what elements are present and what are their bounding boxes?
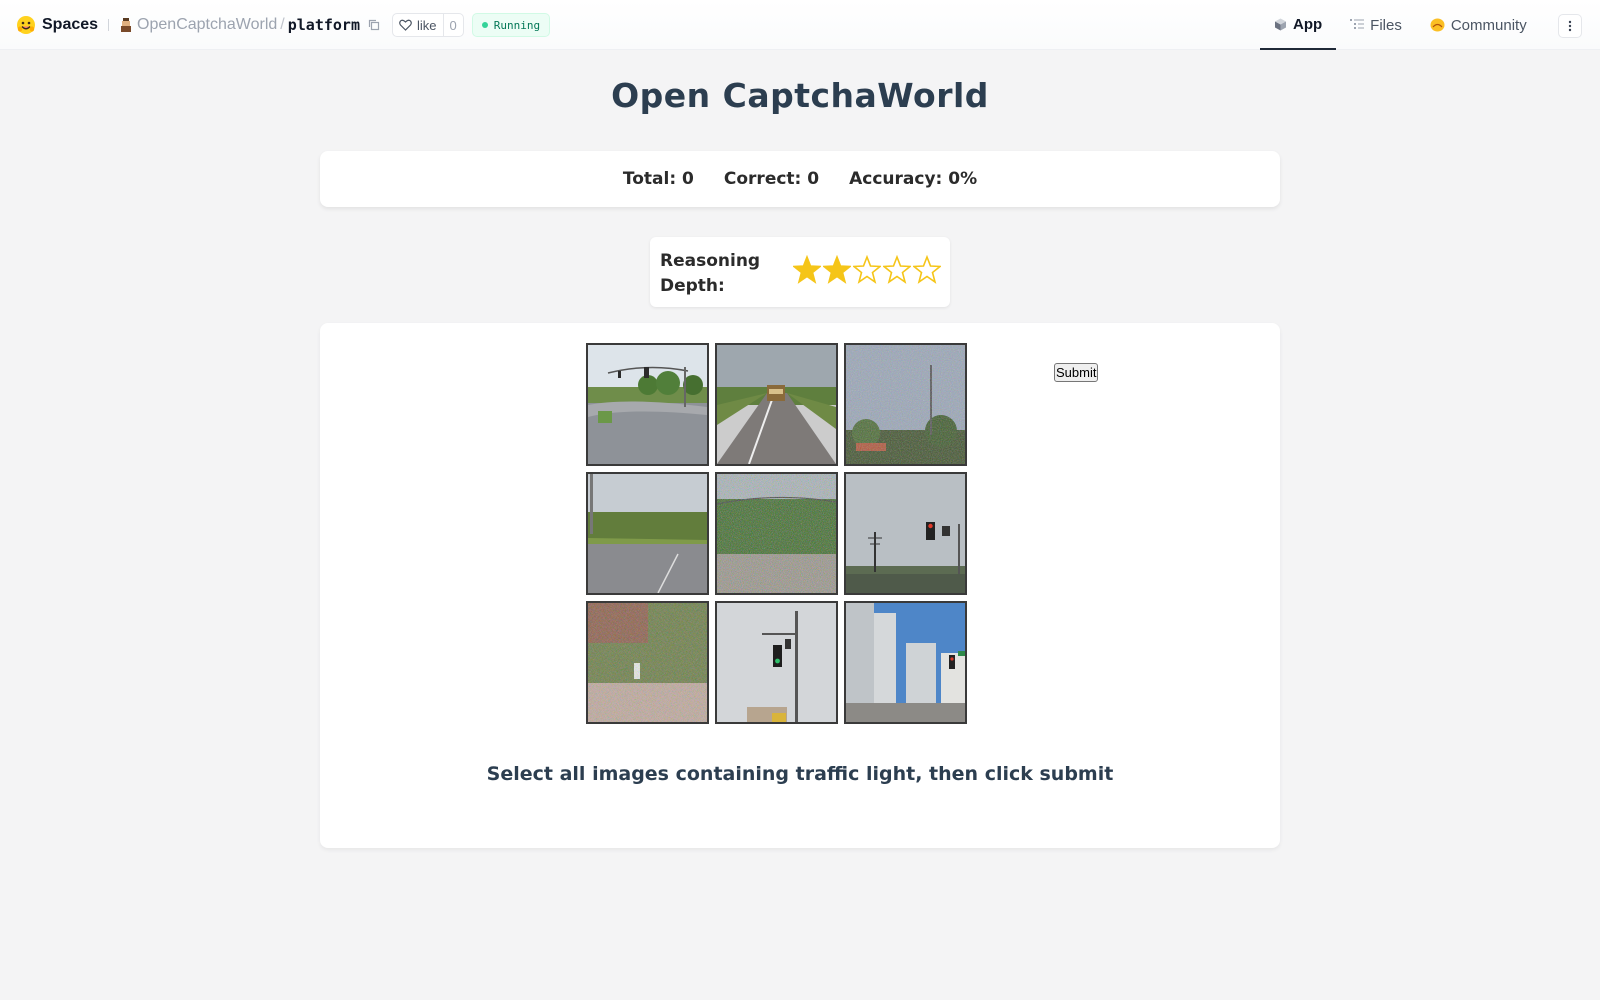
divider	[108, 19, 110, 31]
captcha-image-4	[588, 474, 707, 593]
stat-correct: Correct: 0	[723, 169, 820, 189]
reasoning-depth-card: Reasoning Depth:	[650, 237, 950, 307]
star-empty-icon	[913, 255, 941, 284]
cube-icon	[1275, 18, 1286, 30]
captcha-tile-5[interactable]	[715, 472, 838, 595]
captcha-tile-4[interactable]	[586, 472, 709, 595]
like-label: like	[416, 17, 437, 33]
captcha-image-2	[717, 345, 836, 464]
spaces-link[interactable]: Spaces	[42, 16, 98, 34]
captcha-panel: Submit Select all images containing traf…	[320, 323, 1280, 848]
captcha-tile-9[interactable]	[844, 601, 967, 724]
owner-avatar-icon	[119, 18, 133, 32]
captcha-tile-6[interactable]	[844, 472, 967, 595]
captcha-tile-2[interactable]	[715, 343, 838, 466]
space-tabs: App Files Community	[1260, 0, 1541, 50]
reasoning-depth-label: Reasoning Depth:	[660, 251, 761, 296]
more-options-button[interactable]	[1558, 14, 1582, 38]
owner-link[interactable]: OpenCaptchaWorld	[137, 16, 277, 34]
files-icon	[1350, 19, 1365, 29]
stat-total: Total: 0	[622, 169, 694, 189]
star-filled-icon	[793, 255, 821, 284]
captcha-tile-8[interactable]	[715, 601, 838, 724]
captcha-image-grid	[586, 343, 967, 724]
like-group: like 0	[391, 13, 464, 37]
captcha-instruction: Select all images containing traffic lig…	[486, 763, 1114, 785]
repo-name-link[interactable]: platform	[288, 16, 360, 34]
star-filled-icon	[823, 255, 851, 284]
star-empty-icon	[853, 255, 881, 284]
captcha-image-9	[846, 603, 965, 722]
status-dot-icon	[481, 22, 488, 28]
tab-app-label: App	[1293, 15, 1323, 33]
space-breadcrumb: Spaces OpenCaptchaWorld / platform like	[16, 13, 551, 37]
heart-icon	[399, 19, 412, 31]
tab-community[interactable]: Community	[1416, 0, 1541, 50]
captcha-tile-7[interactable]	[586, 601, 709, 724]
tab-app[interactable]: App	[1260, 0, 1337, 50]
breadcrumb-separator: /	[280, 16, 285, 33]
tab-community-label: Community	[1450, 16, 1527, 34]
page-title: Open CaptchaWorld	[611, 76, 989, 115]
captcha-tile-3[interactable]	[844, 343, 967, 466]
captcha-image-7	[588, 603, 707, 722]
status-text: Running	[493, 18, 541, 32]
status-badge[interactable]: Running	[471, 13, 551, 37]
tab-files-label: Files	[1370, 16, 1402, 34]
like-button[interactable]: like	[393, 14, 443, 36]
like-count[interactable]: 0	[442, 14, 463, 36]
submit-button[interactable]: Submit	[1054, 363, 1099, 382]
top-bar: Spaces OpenCaptchaWorld / platform like	[0, 0, 1600, 50]
kebab-menu-icon	[1568, 20, 1572, 32]
captcha-image-8	[717, 603, 836, 722]
stats-bar: Total: 0 Correct: 0 Accuracy: 0%	[320, 151, 1280, 207]
captcha-tile-1[interactable]	[586, 343, 709, 466]
copy-icon[interactable]	[366, 17, 382, 33]
tab-files[interactable]: Files	[1336, 0, 1416, 50]
star-rating	[793, 255, 941, 285]
captcha-image-1	[588, 345, 707, 464]
stat-accuracy: Accuracy: 0%	[849, 169, 978, 189]
hugging-face-logo-icon[interactable]	[16, 15, 36, 35]
star-empty-icon	[883, 255, 911, 284]
captcha-image-3	[846, 345, 965, 464]
captcha-image-5	[717, 474, 836, 593]
community-icon	[1430, 18, 1445, 32]
captcha-image-6	[846, 474, 965, 593]
